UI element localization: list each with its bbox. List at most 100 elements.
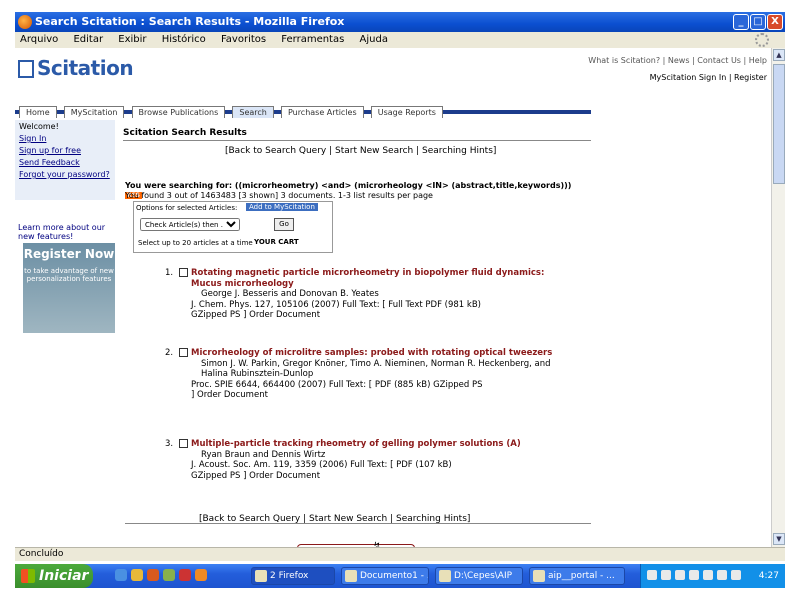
learn-more-link[interactable]: Learn more about our new features! [18, 223, 118, 241]
options-label: Options for selected Articles: [136, 204, 238, 212]
tray-icon[interactable] [731, 570, 741, 580]
site-top-links[interactable]: What is Scitation? | News | Contact Us |… [588, 56, 767, 65]
logo-mark-icon [18, 60, 34, 78]
menu-exibir[interactable]: Exibir [118, 34, 146, 45]
result-title[interactable]: Multiple-particle tracking rheometry of … [191, 439, 571, 450]
result-authors: Ryan Braun and Dennis Wirtz [201, 449, 326, 460]
logo-text: Scitation [37, 56, 134, 80]
window-title-bar[interactable]: Search Scitation : Search Results - Mozi… [15, 12, 785, 32]
tab-myscitation[interactable]: MyScitation [63, 106, 125, 118]
add-to-myscitation-button[interactable]: Add to MyScitation [246, 203, 318, 211]
word-icon [345, 570, 357, 582]
result-citation[interactable]: Proc. SPIE 6644, 664400 (2007) Full Text… [191, 380, 571, 391]
register-banner[interactable]: Register Now to take advantage of new pe… [23, 243, 115, 333]
tab-purchase-articles[interactable]: Purchase Articles [280, 106, 364, 118]
scroll-up-icon[interactable]: ▲ [773, 49, 785, 61]
page-title: Scitation Search Results [123, 128, 247, 138]
taskbar: Iniciar 2 Firefox Documento1 - ... D:\Ce… [15, 564, 785, 588]
start-button[interactable]: Iniciar [15, 564, 93, 588]
menu-editar[interactable]: Editar [73, 34, 103, 45]
folder-icon[interactable] [131, 569, 143, 581]
scroll-thumb[interactable] [773, 64, 785, 184]
your-cart-link[interactable]: YOUR CART [254, 238, 299, 246]
site-nav-tabs: Home MyScitation Browse Publications Sea… [15, 100, 591, 118]
clock[interactable]: 4:27 [759, 571, 779, 581]
task-aip-portal[interactable]: aip__portal - ... [529, 567, 625, 585]
menu-arquivo[interactable]: Arquivo [20, 34, 58, 45]
result-item: 2. Microrheology of microlitre samples: … [165, 348, 571, 401]
result-links[interactable]: GZipped PS ] Order Document [191, 310, 571, 321]
task-firefox[interactable]: 2 Firefox [251, 567, 335, 585]
divider [123, 140, 591, 141]
tray-icon[interactable] [717, 570, 727, 580]
system-tray: 4:27 [640, 564, 785, 588]
result-links[interactable]: ] Order Document [191, 390, 571, 401]
scitation-logo[interactable]: Scitation [18, 56, 134, 80]
result-item: 1. Rotating magnetic particle microrheom… [165, 268, 571, 321]
search-query-value: You were searching for: ((microrheometry… [125, 181, 572, 190]
result-checkbox[interactable] [179, 439, 188, 448]
tray-icon[interactable] [675, 570, 685, 580]
task-folder[interactable]: D:\Cepes\AIP [435, 567, 523, 585]
register-text: to take advantage of new personalization… [24, 267, 114, 283]
result-number: 3. [165, 439, 174, 449]
result-number: 2. [165, 348, 174, 358]
desktop: Search Scitation : Search Results - Mozi… [15, 12, 785, 592]
article-action-select[interactable]: Check Article(s) then ... [140, 218, 240, 231]
result-links[interactable]: GZipped PS ] Order Document [191, 471, 571, 482]
windows-flag-icon [21, 569, 35, 583]
tray-icon[interactable] [703, 570, 713, 580]
task-label: aip__portal - ... [548, 571, 615, 581]
result-number: 1. [165, 268, 174, 278]
vertical-scrollbar[interactable]: ▲ ▼ [771, 48, 785, 547]
start-label: Iniciar [39, 568, 89, 584]
task-label: D:\Cepes\AIP [454, 571, 513, 581]
options-panel: Options for selected Articles: Add to My… [133, 201, 333, 253]
result-item: 3. Multiple-particle tracking rheometry … [165, 439, 571, 482]
welcome-text: Welcome! [19, 122, 59, 131]
result-citation[interactable]: J. Chem. Phys. 127, 105106 (2007) Full T… [191, 300, 571, 311]
result-title[interactable]: Microrheology of microlitre samples: pro… [191, 348, 571, 359]
task-documento[interactable]: Documento1 - ... [341, 567, 429, 585]
result-title[interactable]: Rotating magnetic particle microrheometr… [191, 268, 571, 289]
firefox-quick-icon[interactable] [147, 569, 159, 581]
menu-ferramentas[interactable]: Ferramentas [281, 34, 344, 45]
task-label: 2 Firefox [270, 571, 309, 581]
result-checkbox[interactable] [179, 268, 188, 277]
maximize-button[interactable]: □ [750, 14, 766, 30]
folder-task-icon [439, 570, 451, 582]
ie-icon[interactable] [115, 569, 127, 581]
user-links[interactable]: MyScitation Sign In | Register [650, 73, 767, 82]
app-icon[interactable] [179, 569, 191, 581]
tab-usage-reports[interactable]: Usage Reports [370, 106, 443, 118]
sign-in-link[interactable]: Sign In [19, 134, 111, 143]
search-top-links[interactable]: [Back to Search Query | Start New Search… [225, 146, 496, 156]
result-count: You found 3 out of 1463483 [3 shown] 3 d… [125, 191, 433, 200]
close-button[interactable]: X [767, 14, 783, 30]
result-citation[interactable]: J. Acoust. Soc. Am. 119, 3359 (2006) Ful… [191, 460, 571, 471]
forgot-password-link[interactable]: Forgot your password? [19, 170, 111, 179]
tab-browse-publications[interactable]: Browse Publications [131, 106, 226, 118]
window-title: Search Scitation : Search Results - Mozi… [35, 15, 345, 28]
sign-up-link[interactable]: Sign up for free [19, 146, 111, 155]
tab-search[interactable]: Search [232, 106, 274, 118]
send-feedback-link[interactable]: Send Feedback [19, 158, 111, 167]
media-icon[interactable] [163, 569, 175, 581]
minimize-button[interactable]: _ [733, 14, 749, 30]
tab-home[interactable]: Home [19, 106, 57, 118]
tray-icon[interactable] [689, 570, 699, 580]
task-label: Documento1 - ... [360, 571, 429, 581]
left-nav: Welcome! Sign In Sign up for free Send F… [15, 120, 115, 200]
menu-ajuda[interactable]: Ajuda [360, 34, 388, 45]
menu-favoritos[interactable]: Favoritos [221, 34, 266, 45]
scroll-down-icon[interactable]: ▼ [773, 533, 785, 545]
firefox-icon [18, 15, 32, 29]
tray-icon[interactable] [647, 570, 657, 580]
result-checkbox[interactable] [179, 348, 188, 357]
browser-icon[interactable] [195, 569, 207, 581]
page-viewport: Scitation What is Scitation? | News | Co… [15, 48, 771, 547]
menu-historico[interactable]: Histórico [162, 34, 206, 45]
tray-icon[interactable] [661, 570, 671, 580]
go-button[interactable]: Go [274, 218, 294, 231]
menu-bar: Arquivo Editar Exibir Histórico Favorito… [15, 32, 785, 48]
